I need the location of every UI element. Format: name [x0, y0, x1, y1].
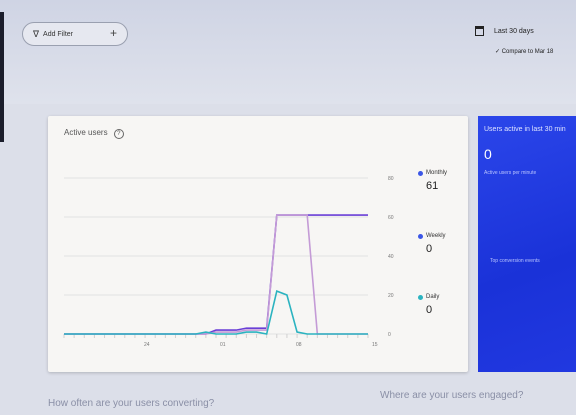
- realtime-events-label: Top conversion events: [490, 258, 540, 264]
- realtime-sub-label: Active users per minute: [484, 170, 537, 176]
- legend-value-daily: 0: [426, 304, 433, 316]
- add-icon[interactable]: +: [110, 26, 117, 40]
- legend-daily: Daily 0: [418, 294, 439, 316]
- x-tick-label: 24: [144, 342, 150, 348]
- window-edge: [0, 12, 4, 142]
- y-tick-label: 80: [388, 176, 394, 182]
- x-tick-label: 15: [372, 342, 378, 348]
- top-bar: ∇ Add Filter + Last 30 days ✓ Compare to…: [0, 0, 576, 142]
- legend-dot-monthly: [418, 170, 423, 176]
- series-line-monthly: [64, 214, 368, 335]
- realtime-title: Users active in last 30 min: [484, 126, 566, 133]
- add-filter-button[interactable]: ∇ Add Filter +: [22, 22, 128, 46]
- x-tick-label: 08: [296, 342, 302, 348]
- legend-label-monthly: Monthly: [426, 170, 448, 176]
- y-tick-label: 20: [388, 293, 394, 299]
- legend-label-weekly: Weekly: [426, 233, 446, 239]
- legend-label-daily: Daily: [426, 294, 440, 300]
- date-range-picker[interactable]: Last 30 days: [475, 26, 534, 36]
- legend-value-monthly: 61: [426, 180, 439, 192]
- legend-dot-weekly: [418, 233, 423, 239]
- series-line-daily: [64, 290, 368, 335]
- legend-weekly: Weekly 0: [418, 233, 446, 255]
- date-range-label: Last 30 days: [494, 27, 534, 35]
- realtime-card[interactable]: Users active in last 30 min 0 Active use…: [478, 116, 576, 372]
- engagement-question: Where are your users engaged?: [380, 390, 524, 401]
- check-icon: ✓: [495, 49, 502, 55]
- legend-value-weekly: 0: [426, 243, 433, 255]
- y-tick-label: 40: [388, 254, 394, 260]
- add-filter-label: Add Filter: [43, 30, 73, 38]
- compare-label: Compare to Mar 18: [501, 49, 554, 55]
- legend-monthly: Monthly 61: [418, 170, 447, 192]
- active-users-card: Active users ? 0 20 40 60 80 24 01 08 15 Monthly…: [48, 116, 468, 372]
- series-line-weekly: [64, 214, 368, 335]
- y-tick-label: 60: [388, 215, 394, 221]
- legend-dot-daily: [418, 294, 423, 300]
- x-tick-label: 01: [220, 342, 226, 348]
- active-users-chart: 0 20 40 60 80 24 01 08 15: [63, 176, 394, 348]
- conversion-question: How often are your users converting?: [48, 398, 215, 409]
- filter-icon: ∇: [33, 28, 40, 39]
- calendar-icon: [475, 26, 484, 36]
- compare-toggle[interactable]: ✓ Compare to Mar 18: [495, 48, 553, 55]
- realtime-value: 0: [484, 146, 492, 162]
- y-tick-label: 0: [388, 332, 391, 338]
